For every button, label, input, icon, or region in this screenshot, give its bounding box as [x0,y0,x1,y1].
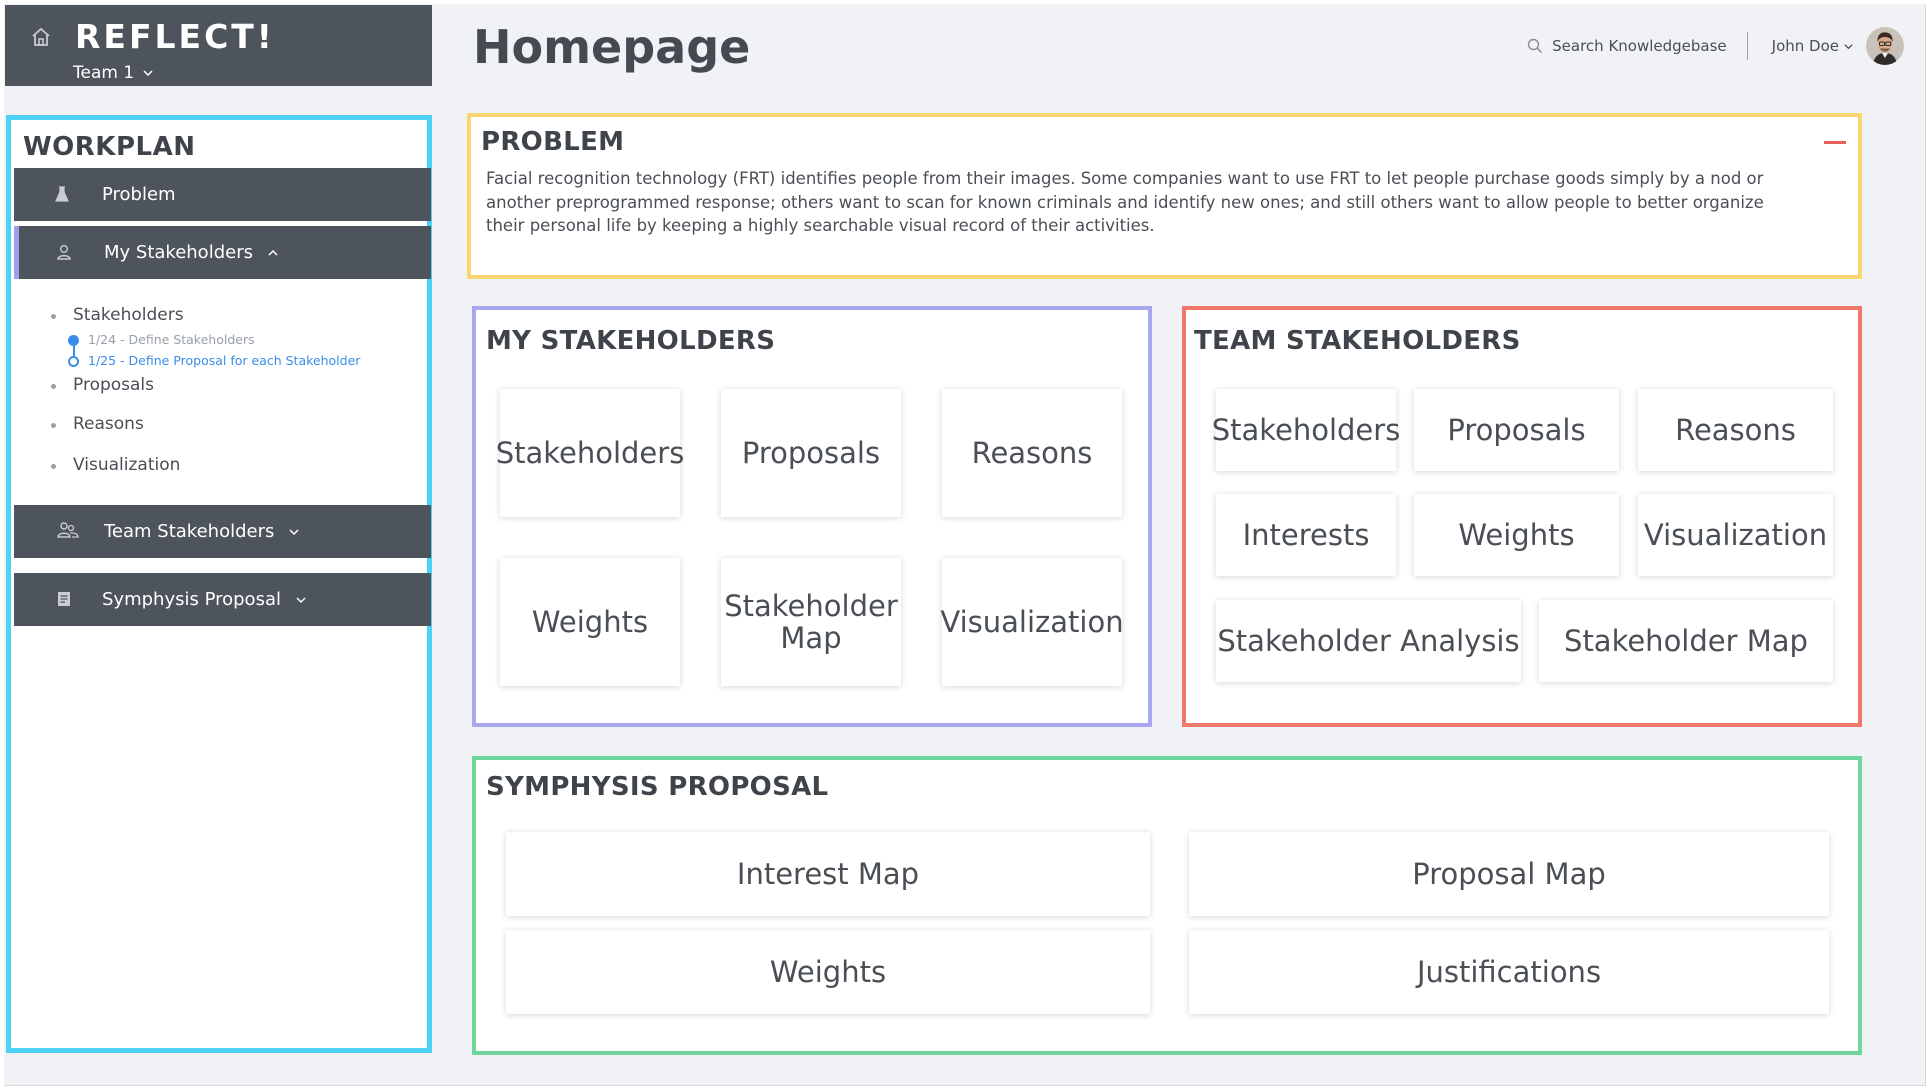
subitem-label: Stakeholders [73,305,184,325]
symphysis-proposal-panel: SYMPHYSIS PROPOSAL Interest Map Proposal… [472,756,1862,1055]
brand-bar: REFLECT! Team 1 [5,5,432,86]
stakeholder-steps: 1/24 - Define Stakeholders 1/25 - Define… [68,332,398,372]
team-selector[interactable]: Team 1 [73,63,154,83]
search-icon [1527,38,1543,54]
team-stakeholders-title: TEAM STAKEHOLDERS [1194,326,1521,356]
sidebar-item-label: My Stakeholders [104,242,253,263]
card-justifications[interactable]: Justifications [1189,930,1829,1014]
user-name: John Doe [1771,37,1839,55]
chevron-down-icon [143,70,153,77]
card-interests[interactable]: Interests [1216,494,1396,576]
document-icon [54,589,74,609]
flask-icon [52,184,72,204]
bullet [51,314,56,319]
card-weights[interactable]: Weights [1414,494,1619,576]
subitem-label: Visualization [73,455,181,475]
app-title: REFLECT! [75,17,275,56]
step-done-icon [68,335,79,346]
card-stakeholders[interactable]: Stakeholders [1212,389,1400,471]
bullet [51,464,56,469]
sidebar-item-team-stakeholders[interactable]: Team Stakeholders [14,505,431,558]
sidebar-item-problem[interactable]: Problem [14,168,431,221]
page-title: Homepage [473,20,751,74]
user-menu[interactable]: John Doe [1772,37,1854,55]
card-proposal-map[interactable]: Proposal Map [1189,832,1829,916]
group-icon [56,520,80,540]
card-interest-map[interactable]: Interest Map [506,832,1150,916]
step-label: 1/24 - Define Stakeholders [88,332,255,347]
card-stakeholder-map[interactable]: Stakeholder Map [721,558,901,686]
card-proposals[interactable]: Proposals [721,389,901,517]
team-label: Team 1 [73,63,135,83]
sidebar-item-symphysis-proposal[interactable]: Symphysis Proposal [14,573,431,626]
team-stakeholders-panel: TEAM STAKEHOLDERS Stakeholders Proposals… [1182,306,1862,727]
sidebar-item-label: Symphysis Proposal [102,589,281,610]
card-visualization[interactable]: Visualization [940,558,1124,686]
subitem-label: Reasons [73,414,144,434]
card-reasons[interactable]: Reasons [942,389,1122,517]
workplan-sidebar: WORKPLAN Problem My Stakeholders Stakeho… [6,115,432,1053]
avatar[interactable] [1866,27,1904,65]
chevron-up-icon [268,249,278,256]
problem-panel: PROBLEM Facial recognition technology (F… [467,113,1862,279]
card-weights[interactable]: Weights [500,558,680,686]
chevron-down-icon [1844,43,1853,49]
chevron-down-icon [296,596,306,603]
card-stakeholders[interactable]: Stakeholders [496,389,684,517]
header-actions: Search Knowledgebase John Doe [1527,26,1904,66]
card-stakeholder-analysis[interactable]: Stakeholder Analysis [1216,600,1521,682]
minimize-icon[interactable] [1824,141,1846,144]
person-icon [54,242,74,262]
search-knowledgebase[interactable]: Search Knowledgebase [1527,37,1727,55]
card-reasons[interactable]: Reasons [1638,389,1833,471]
problem-title: PROBLEM [481,127,625,157]
subitem-label: Proposals [73,375,155,395]
home-icon[interactable] [29,25,53,49]
sidebar-item-label: Team Stakeholders [104,521,275,542]
header-divider [1746,32,1748,60]
card-stakeholder-map[interactable]: Stakeholder Map [1539,600,1833,682]
step-open-icon [68,356,79,367]
sidebar-item-my-stakeholders[interactable]: My Stakeholders [14,226,431,279]
sidebar-item-label: Problem [102,184,176,205]
card-visualization[interactable]: Visualization [1638,494,1833,576]
card-weights[interactable]: Weights [506,930,1150,1014]
step-label: 1/25 - Define Proposal for each Stakehol… [88,353,361,368]
my-stakeholders-panel: MY STAKEHOLDERS Stakeholders Proposals R… [472,306,1152,727]
workplan-title: WORKPLAN [23,132,196,162]
problem-text: Facial recognition technology (FRT) iden… [486,169,1764,235]
card-proposals[interactable]: Proposals [1414,389,1619,471]
chevron-down-icon [289,528,299,535]
search-label: Search Knowledgebase [1552,37,1727,55]
my-stakeholders-title: MY STAKEHOLDERS [486,326,776,356]
bullet [51,384,56,389]
bullet [51,423,56,428]
symphysis-title: SYMPHYSIS PROPOSAL [486,772,829,802]
